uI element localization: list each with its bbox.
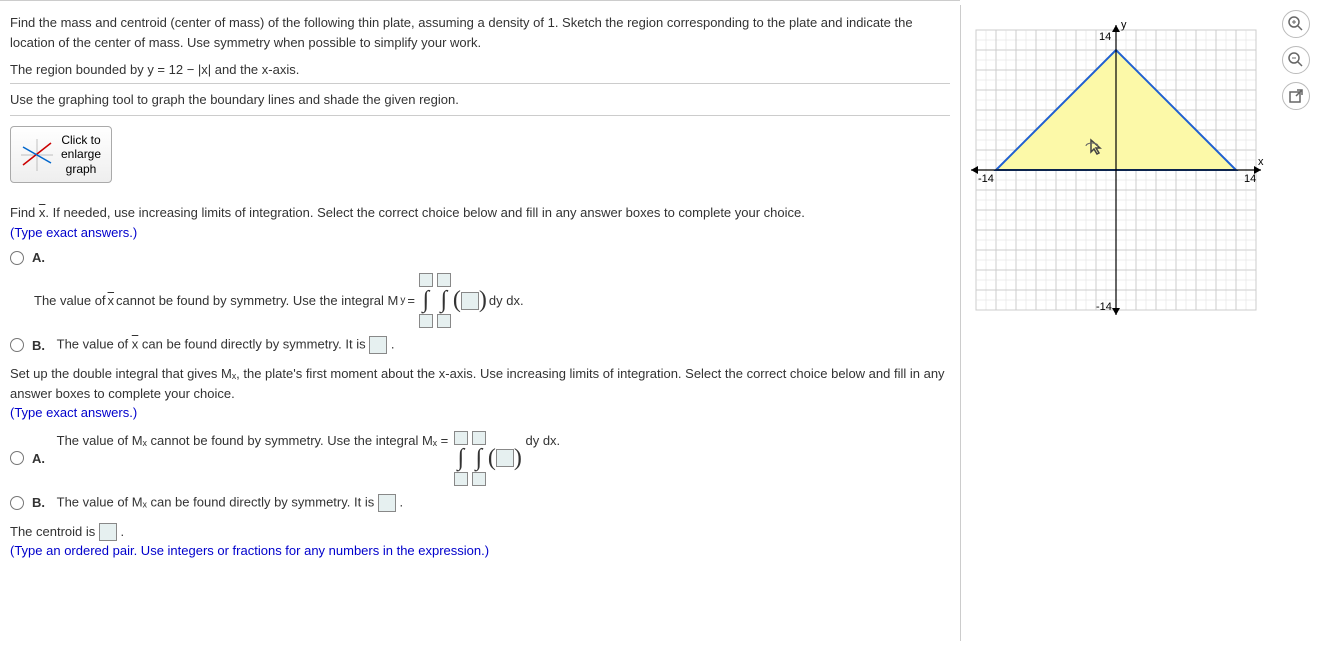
zoom-out-icon <box>1288 52 1304 68</box>
q1-option-a-content: The value of x cannot be found by symmet… <box>34 273 950 328</box>
answer-box[interactable] <box>454 431 468 445</box>
graph-thumbnail-icon <box>21 139 53 171</box>
q1-radio-a[interactable] <box>10 251 24 265</box>
q2-prompt: Set up the double integral that gives Mₓ… <box>10 364 950 423</box>
y-axis-label: y <box>1121 19 1127 31</box>
graph-button-label: Click to enlarge graph <box>61 133 101 176</box>
q2-label-a: A. <box>32 451 45 466</box>
q2-radio-a[interactable] <box>10 451 24 465</box>
q2-radio-b[interactable] <box>10 496 24 510</box>
q2-option-b[interactable]: B. The value of Mₓ can be found directly… <box>10 494 950 512</box>
answer-box[interactable] <box>472 472 486 486</box>
tools-panel <box>1271 0 1321 646</box>
enlarge-graph-button[interactable]: Click to enlarge graph <box>10 126 112 183</box>
zoom-in-button[interactable] <box>1282 10 1310 38</box>
answer-box[interactable] <box>378 494 396 512</box>
popout-icon <box>1289 89 1303 103</box>
graph-instruction: Use the graphing tool to graph the bound… <box>10 84 950 116</box>
answer-box[interactable] <box>437 314 451 328</box>
popout-button[interactable] <box>1282 82 1310 110</box>
q1-option-a[interactable]: A. <box>10 250 950 265</box>
answer-box[interactable] <box>419 314 433 328</box>
answer-box[interactable] <box>99 523 117 541</box>
graph-panel: y x 14 -14 -14 14 <box>961 0 1271 646</box>
answer-box[interactable] <box>472 431 486 445</box>
q1-option-b[interactable]: B. The value of x can be found directly … <box>10 336 950 354</box>
question-panel: Find the mass and centroid (center of ma… <box>0 0 960 646</box>
y-lo-tick: -14 <box>1096 301 1112 313</box>
y-hi-tick: 14 <box>1099 31 1111 43</box>
answer-box[interactable] <box>437 273 451 287</box>
zoom-out-button[interactable] <box>1282 46 1310 74</box>
coordinate-graph[interactable]: y x 14 -14 -14 14 <box>966 10 1266 330</box>
x-lo-tick: -14 <box>978 173 994 185</box>
answer-box[interactable] <box>419 273 433 287</box>
zoom-in-icon <box>1288 16 1304 32</box>
q1-label-b: B. <box>32 338 45 353</box>
answer-box[interactable] <box>454 472 468 486</box>
x-hi-tick: 14 <box>1244 173 1256 185</box>
centroid-question: The centroid is . (Type an ordered pair.… <box>10 522 950 561</box>
answer-box[interactable] <box>461 292 479 310</box>
q2-option-a-text: The value of Mₓ cannot be found by symme… <box>53 431 560 486</box>
q1-option-b-text: The value of x can be found directly by … <box>53 336 394 354</box>
region-text: The region bounded by y = 12 − |x| and t… <box>10 56 950 84</box>
q2-label-b: B. <box>32 495 45 510</box>
x-axis-label: x <box>1258 156 1264 168</box>
q2-option-b-text: The value of Mₓ can be found directly by… <box>53 494 403 512</box>
q1-label-a: A. <box>32 250 45 265</box>
q1-prompt: Find x. If needed, use increasing limits… <box>10 203 950 242</box>
answer-box[interactable] <box>369 336 387 354</box>
q2-option-a[interactable]: A. The value of Mₓ cannot be found by sy… <box>10 431 950 486</box>
intro-text: Find the mass and centroid (center of ma… <box>10 9 950 56</box>
q1-radio-b[interactable] <box>10 338 24 352</box>
answer-box[interactable] <box>496 449 514 467</box>
